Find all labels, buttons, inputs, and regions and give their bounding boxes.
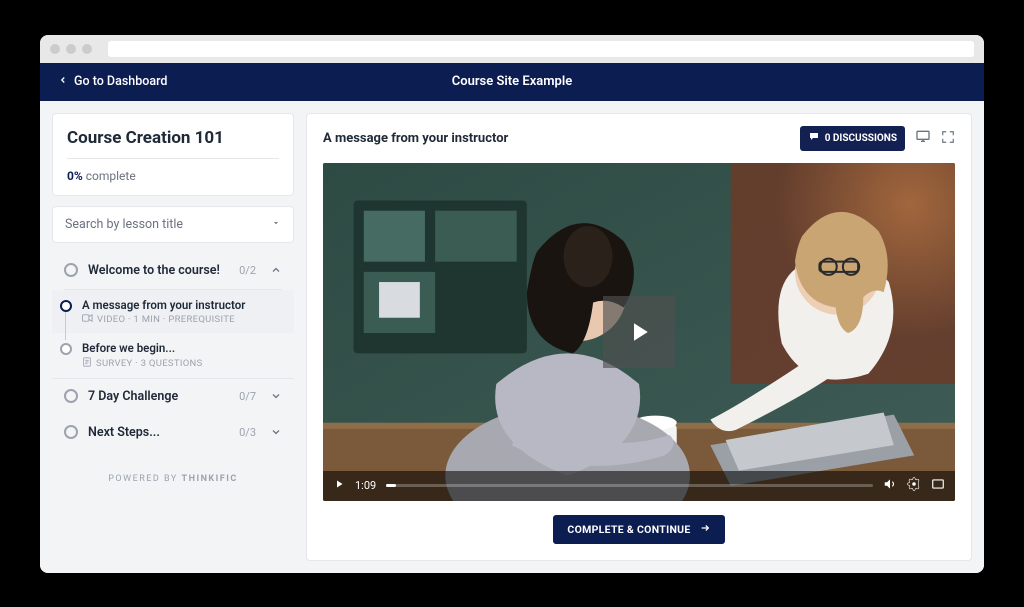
settings-icon[interactable] [907, 477, 921, 494]
volume-icon[interactable] [883, 477, 897, 494]
course-title: Course Creation 101 [67, 128, 279, 148]
video-controls-right [883, 477, 945, 494]
discussions-button[interactable]: 0 DISCUSSIONS [800, 126, 905, 151]
chrome-dot [82, 44, 92, 54]
complete-row: COMPLETE & CONTINUE [323, 501, 955, 548]
chrome-dot [66, 44, 76, 54]
lesson-title: A message from your instructor [82, 298, 282, 312]
progress-circle-icon [60, 343, 72, 355]
lesson-meta-text: SURVEY · 3 QUESTIONS [96, 358, 203, 369]
main-content: A message from your instructor 0 DISCUSS… [306, 113, 972, 561]
chapter-row[interactable]: Next Steps... 0/3 [52, 415, 294, 450]
chapter-title: 7 Day Challenge [88, 389, 229, 404]
video-player: 1:09 [323, 163, 955, 501]
content: Course Creation 101 0% complete Search b… [40, 101, 984, 573]
lesson-card: A message from your instructor 0 DISCUSS… [306, 113, 972, 561]
lesson-meta: SURVEY · 3 QUESTIONS [82, 357, 282, 370]
chevron-down-icon [270, 426, 282, 438]
powered-brand: THINKIFIC [182, 474, 238, 484]
lesson-search[interactable]: Search by lesson title [52, 206, 294, 243]
progress-circle-icon [64, 263, 78, 277]
course-header-card: Course Creation 101 0% complete [52, 113, 294, 196]
complete-continue-button[interactable]: COMPLETE & CONTINUE [553, 515, 724, 544]
video-time: 1:09 [355, 479, 376, 492]
chevron-left-icon [58, 74, 68, 89]
chapter-title: Next Steps... [88, 425, 229, 440]
back-link-label: Go to Dashboard [74, 74, 167, 89]
survey-icon [82, 357, 92, 370]
arrow-right-icon [699, 523, 711, 536]
powered-prefix: POWERED BY [108, 474, 181, 484]
progress-word: complete [86, 169, 136, 183]
video-progress-bar[interactable] [386, 484, 873, 487]
play-icon[interactable] [333, 478, 345, 493]
complete-label: COMPLETE & CONTINUE [567, 523, 690, 536]
go-to-dashboard-link[interactable]: Go to Dashboard [58, 74, 167, 89]
chapter-row[interactable]: Welcome to the course! 0/2 [52, 253, 294, 289]
progress-circle-icon [64, 389, 78, 403]
sidebar: Course Creation 101 0% complete Search b… [52, 113, 294, 561]
course-progress: 0% complete [67, 169, 279, 183]
chevron-down-icon [270, 390, 282, 402]
chat-icon [808, 131, 820, 146]
chapter-count: 0/7 [239, 390, 256, 403]
progress-circle-icon [60, 300, 72, 312]
expand-icon[interactable] [931, 477, 945, 494]
chapter-count: 0/3 [239, 426, 256, 439]
lesson-item[interactable]: A message from your instructor VIDEO · 1… [52, 290, 294, 333]
pop-out-icon[interactable] [915, 128, 931, 148]
video-icon [82, 314, 93, 325]
search-placeholder: Search by lesson title [65, 217, 183, 232]
browser-chrome [40, 35, 984, 63]
browser-window: Go to Dashboard Course Site Example Cour… [40, 35, 984, 573]
powered-by: POWERED BY THINKIFIC [52, 460, 294, 498]
chevron-up-icon [270, 264, 282, 276]
chapter-list: Welcome to the course! 0/2 A message fro… [52, 253, 294, 450]
video-progress-fill [386, 484, 396, 487]
chapter: Welcome to the course! 0/2 A message fro… [52, 253, 294, 379]
lesson-item[interactable]: Before we begin... SURVEY · 3 QUESTIONS [52, 333, 294, 378]
lesson-actions: 0 DISCUSSIONS [800, 126, 955, 151]
progress-percent: 0% [67, 169, 83, 183]
lesson-heading: A message from your instructor [323, 131, 508, 146]
divider [67, 158, 279, 159]
topbar: Go to Dashboard Course Site Example [40, 63, 984, 101]
lesson-title: Before we begin... [82, 341, 282, 355]
lesson-meta: VIDEO · 1 MIN · PREREQUISITE [82, 314, 282, 325]
caret-down-icon [271, 217, 281, 232]
video-controls: 1:09 [323, 471, 955, 501]
chapter-count: 0/2 [239, 264, 256, 277]
chapter-title: Welcome to the course! [88, 263, 229, 278]
browser-url-bar[interactable] [108, 41, 974, 57]
site-title: Course Site Example [452, 74, 572, 89]
play-button[interactable] [603, 296, 675, 368]
fullscreen-icon[interactable] [941, 129, 955, 148]
discussions-label: 0 DISCUSSIONS [825, 133, 897, 144]
lesson-meta-text: VIDEO · 1 MIN · PREREQUISITE [97, 314, 235, 325]
chapter-row[interactable]: 7 Day Challenge 0/7 [52, 379, 294, 415]
lesson-header: A message from your instructor 0 DISCUSS… [323, 126, 955, 151]
chrome-dot [50, 44, 60, 54]
progress-circle-icon [64, 425, 78, 439]
